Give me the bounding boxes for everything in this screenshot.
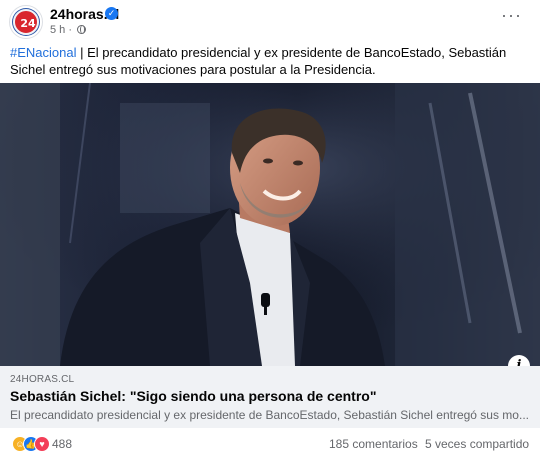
link-description: El precandidato presidencial y ex presid… [10, 408, 529, 422]
page-avatar[interactable]: 24 [9, 5, 43, 39]
comments-count-link[interactable]: 185 comentarios [329, 437, 418, 451]
post-text: #ENacional | El precandidato presidencia… [10, 44, 525, 78]
post-header: 24 24horas.cl ✓ 5 h · ··· [0, 0, 540, 42]
meta-separator: · [68, 24, 73, 36]
shares-count-link[interactable]: 5 veces compartido [425, 437, 529, 451]
link-title[interactable]: Sebastián Sichel: "Sigo siendo una perso… [10, 388, 376, 404]
globe-icon[interactable] [77, 25, 87, 34]
hashtag-link[interactable]: #ENacional [10, 45, 77, 60]
link-domain: 24HORAS.CL [10, 374, 75, 385]
post-footer: ☺ 👍 ♥ 488 185 comentarios 5 veces compar… [0, 428, 540, 460]
post-image-scene [0, 83, 540, 366]
reaction-count[interactable]: 488 [52, 437, 72, 451]
post-time-link[interactable]: 5 h [50, 24, 65, 36]
link-preview[interactable]: 24HORAS.CL Sebastián Sichel: "Sigo siend… [0, 366, 540, 428]
love-reaction-icon: ♥ [34, 436, 50, 452]
avatar-logo-text: 24 [20, 17, 36, 30]
post-meta: 5 h · [50, 24, 87, 36]
avatar-logo: 24 [13, 9, 39, 35]
verified-badge-icon: ✓ [105, 7, 118, 20]
post-image[interactable]: i [0, 83, 540, 366]
post-body-text: | El precandidato presidencial y ex pres… [10, 45, 507, 77]
more-options-icon[interactable]: ··· [501, 6, 522, 24]
